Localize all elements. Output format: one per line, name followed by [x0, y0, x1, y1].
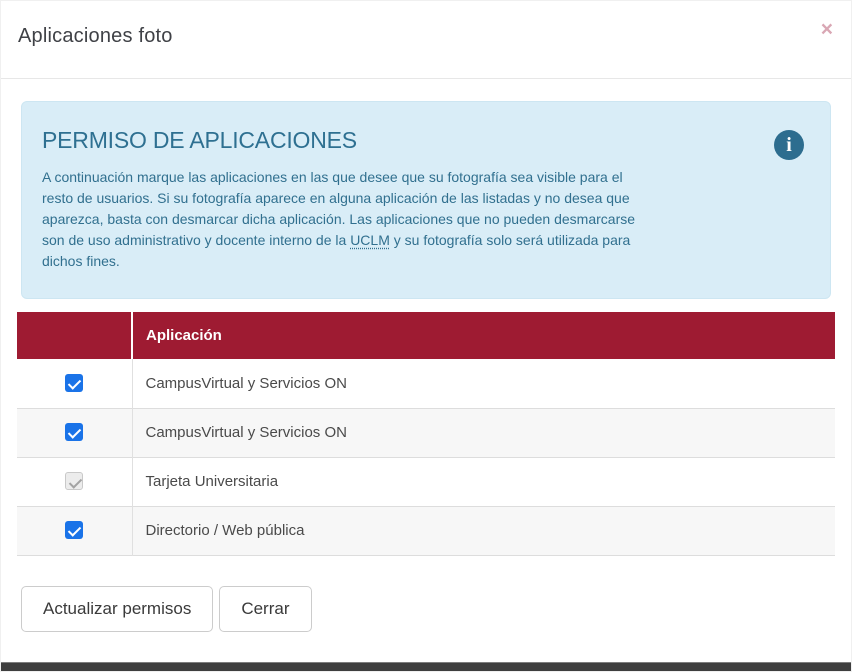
table-row: CampusVirtual y Servicios ON	[17, 408, 835, 457]
applications-table: Aplicación CampusVirtual y Servicios ONC…	[17, 312, 835, 556]
info-icon: i	[774, 130, 804, 160]
application-checkbox[interactable]	[65, 374, 83, 392]
modal-title: Aplicaciones foto	[18, 25, 831, 48]
checkbox-cell	[17, 506, 132, 555]
applications-table-header: Aplicación	[17, 312, 835, 359]
table-row: Directorio / Web pública	[17, 506, 835, 555]
modal-footer: Actualizar permisos Cerrar	[21, 586, 851, 632]
modal-header: Aplicaciones foto ×	[1, 1, 851, 79]
checkbox-column-header	[17, 312, 132, 359]
application-checkbox[interactable]	[65, 521, 83, 539]
application-checkbox-disabled	[65, 472, 83, 490]
permissions-info-panel: PERMISO DE APLICACIONES A continuación m…	[21, 101, 831, 299]
uclm-link[interactable]: UCLM	[350, 232, 390, 248]
close-button[interactable]: Cerrar	[219, 586, 311, 632]
info-panel-text: A continuación marque las aplicaciones e…	[42, 167, 640, 272]
application-name: Tarjeta Universitaria	[132, 457, 835, 506]
update-permissions-button[interactable]: Actualizar permisos	[21, 586, 213, 632]
checkbox-cell	[17, 457, 132, 506]
table-row: CampusVirtual y Servicios ON	[17, 359, 835, 408]
application-column-header: Aplicación	[132, 312, 835, 359]
bottom-bar	[1, 662, 851, 671]
application-name: CampusVirtual y Servicios ON	[132, 359, 835, 408]
checkbox-cell	[17, 359, 132, 408]
info-panel-heading: PERMISO DE APLICACIONES	[42, 127, 808, 154]
table-row: Tarjeta Universitaria	[17, 457, 835, 506]
application-name: Directorio / Web pública	[132, 506, 835, 555]
applications-table-body: CampusVirtual y Servicios ONCampusVirtua…	[17, 359, 835, 555]
application-name: CampusVirtual y Servicios ON	[132, 408, 835, 457]
close-icon[interactable]: ×	[821, 19, 833, 40]
checkbox-cell	[17, 408, 132, 457]
application-checkbox[interactable]	[65, 423, 83, 441]
